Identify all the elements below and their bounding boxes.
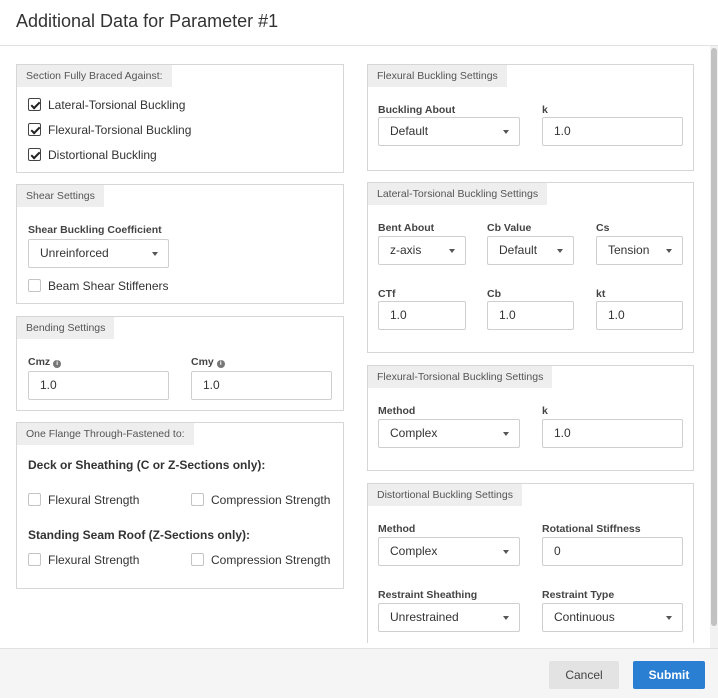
cb-label: Cb bbox=[487, 288, 501, 300]
bending-panel: Bending Settings Cmz i 1.0 Cmy i 1.0 bbox=[16, 316, 344, 411]
chevron-down-icon bbox=[503, 616, 509, 620]
cb-input[interactable]: 1.0 bbox=[487, 301, 574, 330]
cmy-input[interactable]: 1.0 bbox=[191, 371, 332, 400]
ltb-panel-title: Lateral-Torsional Buckling Settings bbox=[368, 183, 548, 205]
checkbox-label: Flexural-Torsional Buckling bbox=[48, 123, 192, 137]
braced-panel-title: Section Fully Braced Against: bbox=[17, 65, 172, 87]
checkbox-box[interactable] bbox=[191, 493, 204, 506]
ctf-label: CTf bbox=[378, 288, 396, 300]
chevron-down-icon bbox=[666, 249, 672, 253]
ftb-method-select[interactable]: Complex bbox=[378, 419, 520, 448]
checkbox-label: Distortional Buckling bbox=[48, 148, 157, 162]
checkbox-box[interactable] bbox=[28, 553, 41, 566]
flexural-k-label: k bbox=[542, 104, 548, 116]
braced-panel: Section Fully Braced Against: Lateral-To… bbox=[16, 64, 344, 173]
checkbox-label: Flexural Strength bbox=[48, 553, 140, 567]
shear-coef-select[interactable]: Unreinforced bbox=[28, 239, 169, 268]
info-icon[interactable]: i bbox=[216, 360, 225, 368]
dist-method-select[interactable]: Complex bbox=[378, 537, 520, 566]
flange-panel: One Flange Through-Fastened to: Deck or … bbox=[16, 422, 344, 589]
distortional-panel-title: Distortional Buckling Settings bbox=[368, 484, 522, 506]
select-value: Complex bbox=[390, 426, 438, 440]
checkbox-label: Flexural Strength bbox=[48, 493, 140, 507]
flange-panel-title: One Flange Through-Fastened to: bbox=[17, 423, 194, 445]
rotational-stiffness-label: Rotational Stiffness bbox=[542, 523, 641, 535]
ltb-panel: Lateral-Torsional Buckling Settings Bent… bbox=[367, 182, 694, 353]
ftb-panel-title: Flexural-Torsional Buckling Settings bbox=[368, 366, 553, 388]
restraint-type-label: Restraint Type bbox=[542, 589, 615, 601]
submit-button[interactable]: Submit bbox=[633, 661, 705, 689]
buckling-about-label: Buckling About bbox=[378, 104, 456, 116]
shear-panel-title: Shear Settings bbox=[17, 185, 104, 207]
select-value: Complex bbox=[390, 544, 438, 558]
dist-method-label: Method bbox=[378, 523, 416, 535]
ftb-k-label: k bbox=[542, 405, 548, 417]
bending-panel-title: Bending Settings bbox=[17, 317, 115, 339]
restraint-sheathing-label: Restraint Sheathing bbox=[378, 589, 478, 601]
bent-about-select[interactable]: z-axis bbox=[378, 236, 466, 265]
cmz-input[interactable]: 1.0 bbox=[28, 371, 169, 400]
cs-select[interactable]: Tension bbox=[596, 236, 683, 265]
checkbox-label: Lateral-Torsional Buckling bbox=[48, 98, 186, 112]
flexural-panel-title: Flexural Buckling Settings bbox=[368, 65, 507, 87]
checkbox-box[interactable] bbox=[28, 148, 41, 161]
flexural-k-input[interactable]: 1.0 bbox=[542, 117, 683, 146]
rotational-stiffness-input[interactable]: 0 bbox=[542, 537, 683, 566]
chevron-down-icon bbox=[449, 249, 455, 253]
restraint-type-select[interactable]: Continuous bbox=[542, 603, 683, 632]
seam-heading: Standing Seam Roof (Z-Sections only): bbox=[28, 528, 251, 542]
select-value: Unreinforced bbox=[40, 246, 109, 260]
restraint-sheathing-select[interactable]: Unrestrained bbox=[378, 603, 520, 632]
ftb-k-input[interactable]: 1.0 bbox=[542, 419, 683, 448]
cmz-label-text: Cmz bbox=[28, 356, 51, 368]
dialog-footer: Cancel Submit bbox=[0, 648, 718, 698]
checkbox-box[interactable] bbox=[28, 279, 41, 292]
checkbox-box[interactable] bbox=[28, 493, 41, 506]
cb-value-label: Cb Value bbox=[487, 222, 532, 234]
checkbox-label: Compression Strength bbox=[211, 553, 331, 567]
flexural-panel: Flexural Buckling Settings Buckling Abou… bbox=[367, 64, 694, 171]
bent-about-label: Bent About bbox=[378, 222, 435, 234]
scrollbar[interactable] bbox=[710, 46, 718, 648]
deck-heading: Deck or Sheathing (C or Z-Sections only)… bbox=[28, 458, 266, 472]
cmz-label: Cmz i bbox=[28, 356, 62, 368]
cb-value-select[interactable]: Default bbox=[487, 236, 574, 265]
dialog-header: Additional Data for Parameter #1 bbox=[0, 0, 718, 46]
cancel-button[interactable]: Cancel bbox=[549, 661, 619, 689]
ctf-input[interactable]: 1.0 bbox=[378, 301, 466, 330]
distortional-panel: Distortional Buckling Settings Method Co… bbox=[367, 483, 694, 643]
scrollbar-thumb[interactable] bbox=[711, 48, 717, 626]
cmy-label: Cmy i bbox=[191, 356, 225, 368]
checkbox-box[interactable] bbox=[28, 98, 41, 111]
select-value: Default bbox=[499, 243, 538, 257]
select-value: Default bbox=[390, 124, 429, 138]
select-value: Tension bbox=[608, 243, 650, 257]
buckling-about-select[interactable]: Default bbox=[378, 117, 520, 146]
chevron-down-icon bbox=[666, 616, 672, 620]
chevron-down-icon bbox=[152, 252, 158, 256]
checkbox-box[interactable] bbox=[28, 123, 41, 136]
select-value: z-axis bbox=[390, 243, 422, 257]
cmy-label-text: Cmy bbox=[191, 356, 214, 368]
chevron-down-icon bbox=[503, 130, 509, 134]
ftb-method-label: Method bbox=[378, 405, 416, 417]
checkbox-label: Beam Shear Stiffeners bbox=[48, 279, 169, 293]
info-icon[interactable]: i bbox=[53, 360, 62, 368]
select-value: Continuous bbox=[554, 610, 615, 624]
kt-label: kt bbox=[596, 288, 606, 300]
shear-coef-label: Shear Buckling Coefficient bbox=[28, 224, 162, 236]
shear-panel: Shear Settings Shear Buckling Coefficien… bbox=[16, 184, 344, 304]
dialog-title: Additional Data for Parameter #1 bbox=[16, 11, 279, 31]
chevron-down-icon bbox=[503, 432, 509, 436]
ftb-panel: Flexural-Torsional Buckling Settings Met… bbox=[367, 365, 694, 471]
checkbox-box[interactable] bbox=[191, 553, 204, 566]
select-value: Unrestrained bbox=[390, 610, 459, 624]
chevron-down-icon bbox=[503, 550, 509, 554]
cs-label: Cs bbox=[596, 222, 610, 234]
chevron-down-icon bbox=[557, 249, 563, 253]
kt-input[interactable]: 1.0 bbox=[596, 301, 683, 330]
checkbox-label: Compression Strength bbox=[211, 493, 331, 507]
